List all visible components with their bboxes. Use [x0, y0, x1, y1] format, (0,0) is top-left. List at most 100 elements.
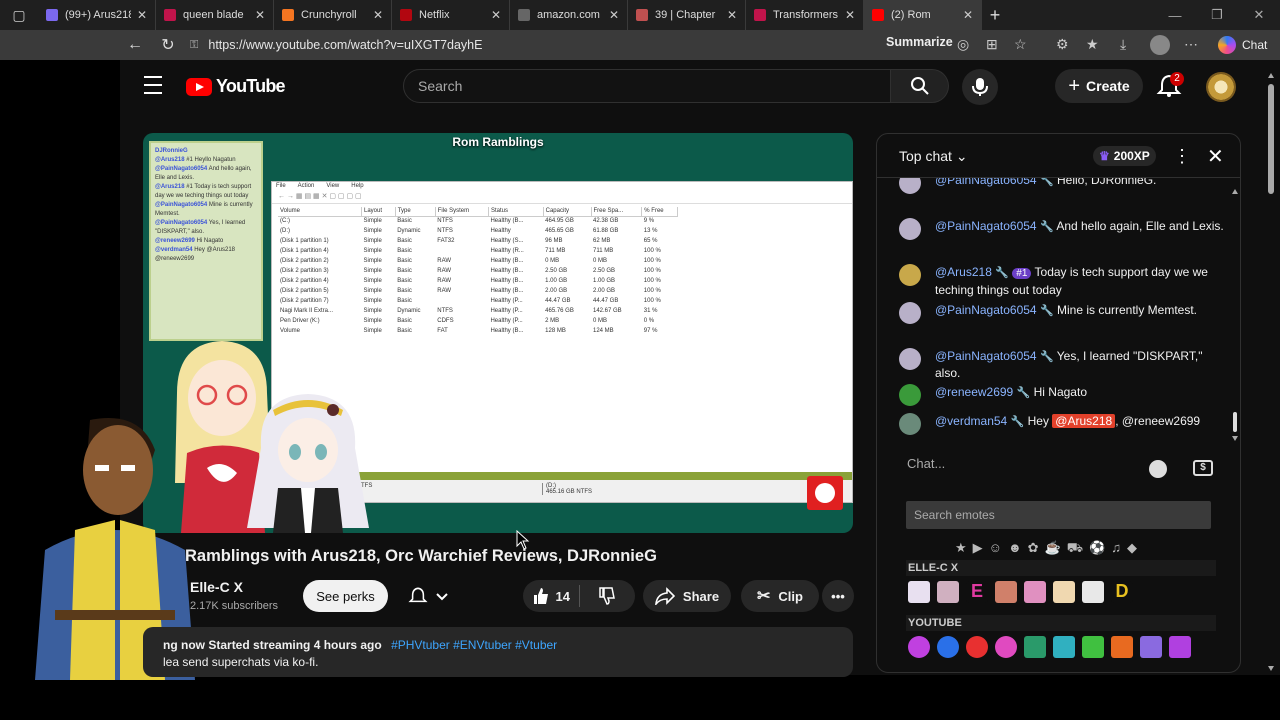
close-tab-icon[interactable]: ✕ — [373, 8, 383, 22]
emote[interactable] — [1024, 636, 1046, 658]
chat-author-name[interactable]: @Arus218 — [935, 265, 992, 279]
account-avatar[interactable] — [1206, 72, 1236, 102]
xp-badge[interactable]: ♛ 200XP — [1093, 146, 1156, 166]
browser-tab[interactable]: Transformers ✕ — [746, 0, 864, 30]
chat-author-name[interactable]: @PainNagato6054 — [935, 303, 1037, 317]
page-scrollbar[interactable] — [1266, 70, 1276, 675]
smileys-icon[interactable]: ☺ — [989, 540, 1002, 558]
browser-tab[interactable]: queen blade ✕ — [156, 0, 274, 30]
emote[interactable] — [995, 636, 1017, 658]
close-window-icon[interactable]: ✕ — [1238, 0, 1280, 30]
search-button[interactable] — [891, 69, 949, 103]
favorite-star-icon[interactable]: ☆ — [1014, 36, 1027, 53]
chat-author-avatar[interactable] — [899, 348, 921, 370]
emote-letter-e[interactable]: E — [966, 581, 988, 603]
chat-author-avatar[interactable] — [899, 384, 921, 406]
clip-button[interactable]: ✂ Clip — [741, 580, 819, 612]
browser-tab[interactable]: (2) Rom ✕ — [864, 0, 982, 30]
browser-tab[interactable]: Netflix ✕ — [392, 0, 510, 30]
activities-icon[interactable]: ⚽ — [1089, 540, 1105, 558]
refresh-icon[interactable]: ↻ — [151, 30, 185, 60]
summarize-button[interactable]: Summarize — [886, 35, 953, 49]
people-icon[interactable]: ☻ — [1008, 540, 1022, 558]
new-tab-button[interactable]: + — [982, 5, 1008, 26]
minimize-icon[interactable]: — — [1154, 0, 1196, 30]
close-tab-icon[interactable]: ✕ — [137, 8, 147, 22]
voice-search-button[interactable] — [962, 69, 998, 105]
youtube-emotes-icon[interactable]: ▶ — [973, 540, 983, 558]
close-tab-icon[interactable]: ✕ — [845, 8, 855, 22]
emote[interactable] — [995, 581, 1017, 603]
emote[interactable] — [908, 636, 930, 658]
close-tab-icon[interactable]: ✕ — [727, 8, 737, 22]
chat-mention[interactable]: @Arus218 — [1052, 414, 1116, 428]
chat-author-name[interactable]: @PainNagato6054 — [935, 349, 1037, 363]
browser-tab[interactable]: 39 | Chapter ✕ — [628, 0, 746, 30]
emote[interactable] — [937, 636, 959, 658]
chat-input[interactable]: Chat... — [907, 456, 1157, 471]
chat-author-avatar[interactable] — [899, 218, 921, 240]
hashtags[interactable]: #PHVtuber #ENVtuber #Vtuber — [391, 638, 557, 652]
emote[interactable] — [1169, 636, 1191, 658]
read-aloud-icon[interactable]: ◎ — [957, 36, 969, 53]
extensions-icon[interactable]: ⚙ — [1056, 36, 1069, 53]
close-chat-icon[interactable]: ✕ — [1207, 144, 1224, 169]
chat-author-name[interactable]: @reneew2699 — [935, 385, 1013, 399]
chat-author-avatar[interactable] — [899, 413, 921, 435]
chat-scrollbar[interactable] — [1231, 184, 1239, 444]
profile-icon[interactable] — [1150, 35, 1170, 55]
chat-author-avatar[interactable] — [899, 302, 921, 324]
emote[interactable] — [937, 581, 959, 603]
favorites-icon[interactable]: ★ — [1086, 36, 1099, 53]
emote[interactable] — [1111, 636, 1133, 658]
close-tab-icon[interactable]: ✕ — [609, 8, 619, 22]
emote[interactable] — [1140, 636, 1162, 658]
emote[interactable] — [966, 636, 988, 658]
video-player[interactable]: DJRonnieG @Arus218 #1 Heyllo Nagatun @Pai… — [143, 133, 853, 533]
emote[interactable] — [1082, 636, 1104, 658]
see-perks-button[interactable]: See perks — [303, 580, 388, 612]
more-actions-button[interactable]: ••• — [822, 580, 854, 612]
split-screen-icon[interactable]: ⊞ — [986, 36, 998, 53]
share-button[interactable]: Share — [643, 580, 731, 612]
chat-author-avatar[interactable] — [899, 178, 921, 194]
create-button[interactable]: + Create — [1055, 69, 1143, 103]
emote[interactable] — [1053, 581, 1075, 603]
dislike-button[interactable] — [579, 580, 635, 612]
more-menu-icon[interactable]: ⋯ — [1184, 36, 1198, 53]
emote[interactable] — [908, 581, 930, 603]
super-chat-icon[interactable]: $ — [1193, 460, 1213, 476]
chat-more-icon[interactable]: ⋮ — [1173, 146, 1191, 167]
emote-search-input[interactable]: Search emotes — [906, 501, 1211, 529]
browser-tab[interactable]: (99+) Arus218 ✕ — [38, 0, 156, 30]
close-tab-icon[interactable]: ✕ — [255, 8, 265, 22]
emote[interactable] — [1053, 636, 1075, 658]
chat-mode-dropdown[interactable]: Top chat ⌄ — [899, 148, 968, 165]
back-icon[interactable]: ← — [118, 30, 152, 60]
url-field[interactable]: ⚿ https://www.youtube.com/watch?v=uIXGT7… — [190, 34, 876, 56]
chat-author-avatar[interactable] — [899, 264, 921, 286]
emoji-icon[interactable] — [1149, 460, 1167, 478]
downloads-icon[interactable]: ⤓ — [1120, 36, 1126, 53]
menu-icon[interactable] — [144, 76, 162, 94]
channel-name[interactable]: Elle-C X — [190, 579, 243, 595]
travel-icon[interactable]: ⛟ — [1067, 540, 1083, 558]
description-box[interactable]: ng now Started streaming 4 hours ago #PH… — [143, 627, 853, 677]
emote[interactable] — [1082, 581, 1104, 603]
browser-tab[interactable]: amazon.com ✕ — [510, 0, 628, 30]
browser-tab[interactable]: Crunchyroll ✕ — [274, 0, 392, 30]
chat-author-name[interactable]: @PainNagato6054 — [935, 178, 1037, 187]
youtube-logo[interactable]: YouTube — [186, 76, 286, 97]
nature-icon[interactable]: ✿ — [1028, 540, 1039, 558]
emote[interactable] — [1024, 581, 1046, 603]
objects-icon[interactable]: ♫ — [1111, 540, 1121, 558]
food-icon[interactable]: ☕ — [1045, 540, 1061, 558]
emote-letter-d[interactable]: D — [1111, 581, 1133, 603]
chat-author-name[interactable]: @PainNagato6054 — [935, 219, 1037, 233]
symbols-icon[interactable]: ◆ — [1127, 540, 1137, 558]
like-button[interactable]: 14 — [523, 580, 579, 612]
site-info-icon[interactable]: ⚿ — [190, 39, 198, 52]
restore-icon[interactable]: ❐ — [1196, 0, 1238, 30]
close-tab-icon[interactable]: ✕ — [491, 8, 501, 22]
close-tab-icon[interactable]: ✕ — [963, 8, 973, 22]
